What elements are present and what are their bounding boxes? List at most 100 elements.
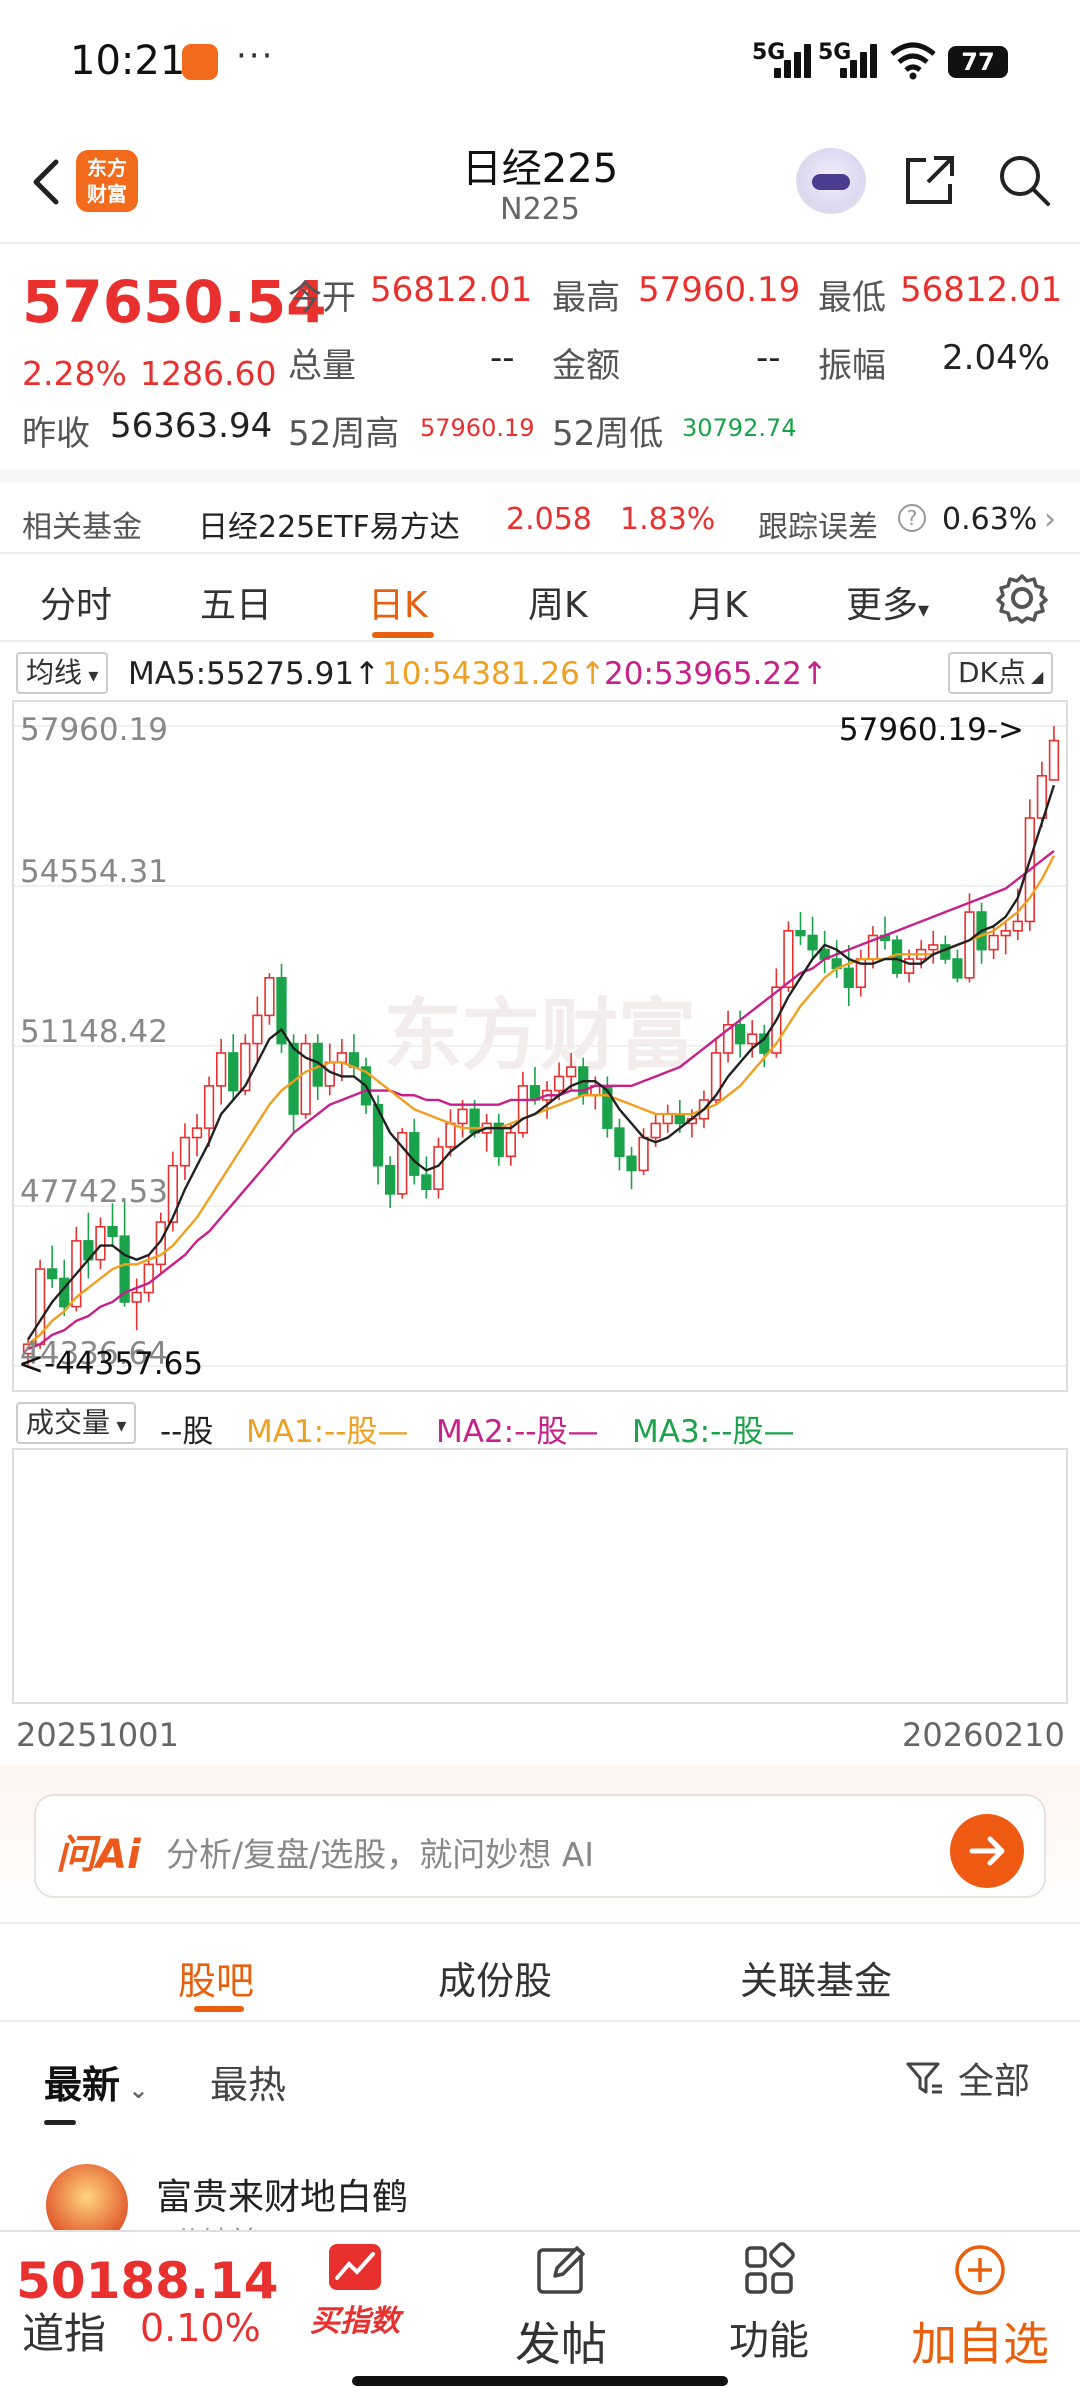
volume-unit: --股 (160, 1414, 214, 1450)
candle-body (1048, 739, 1060, 781)
tab-more-label: 更多 (846, 585, 919, 626)
sort-latest-label: 最新 (44, 2063, 121, 2107)
indicator-selector[interactable]: 均线 ▾ (16, 652, 109, 694)
tab-constituents[interactable]: 成份股 (438, 1950, 552, 2005)
avatar[interactable] (46, 2164, 128, 2230)
active-tab-indicator (372, 632, 434, 638)
tab-monthly-k[interactable]: 月K (688, 576, 748, 628)
min-price-label: <-44357.65 (18, 1346, 203, 1382)
max-price-label: 57960.19-> (839, 712, 1024, 748)
volume-selector[interactable]: 成交量 ▾ (16, 1402, 137, 1444)
volume-ma3: MA3:--股— (632, 1414, 795, 1450)
change-amount: 1286.60 (140, 354, 277, 393)
ai-ask-bar[interactable]: 问Ai 分析/复盘/选股，就问妙想 AI (34, 1794, 1046, 1898)
page-title: 日经225 (461, 146, 619, 192)
community-tabs: 股吧 成份股 关联基金 (0, 1922, 1080, 2022)
logo-line-1: 东方 (87, 156, 127, 180)
related-fund-name[interactable]: 日经225ETF易方达 (198, 502, 460, 546)
tab-related-funds[interactable]: 关联基金 (740, 1950, 892, 2005)
volume-ma1: MA1:--股— (246, 1414, 409, 1450)
ai-input-placeholder[interactable]: 分析/复盘/选股，就问妙想 AI (166, 1828, 594, 1876)
search-icon[interactable] (994, 150, 1054, 210)
tab-intraday[interactable]: 分时 (40, 576, 112, 628)
plus-circle-icon (955, 2245, 1005, 2295)
prev-close-value: 56363.94 (110, 406, 273, 446)
candle-body (988, 934, 999, 951)
post-time: 2分钟前 (156, 2220, 258, 2230)
caret-down-icon: ▾ (110, 1413, 127, 1437)
candle-body (264, 977, 275, 1017)
help-icon[interactable]: ? (898, 504, 926, 532)
page-subtitle: N225 (500, 192, 580, 227)
ma20-value: 20:53965.22↑ (604, 656, 828, 692)
ai-submit-button[interactable] (950, 1814, 1024, 1888)
dk-point-toggle[interactable]: DK点 ◢ (948, 652, 1054, 694)
volume-label: 总量 (288, 346, 356, 386)
filter-icon[interactable] (904, 2058, 944, 2098)
tab-five-day[interactable]: 五日 (200, 576, 272, 628)
tab-more[interactable]: 更多▾ (846, 576, 929, 628)
more-notifications-icon: ··· (236, 36, 275, 76)
post-author[interactable]: 富贵来财地白鹤 (156, 2168, 408, 2220)
sort-row: 最新 ⌄ 最热 全部 (0, 2024, 1080, 2134)
y-tick-label: 54554.31 (20, 854, 168, 890)
candlestick-svg: 东方财富57960.1954554.3151148.4247742.534433… (14, 712, 1066, 1382)
candlestick-chart[interactable]: 东方财富 57960.19 54554.31 51148.42 47742.53 4433… (12, 700, 1068, 1392)
add-watchlist-button[interactable]: 加自选 (900, 2242, 1060, 2374)
tab-daily-k[interactable]: 日K (368, 576, 428, 628)
candle-body (203, 1085, 215, 1129)
grid-icon (745, 2242, 795, 2294)
y-tick-label: 57960.19 (20, 712, 168, 748)
candle-body (143, 1263, 154, 1294)
tab-weekly-k[interactable]: 周K (528, 576, 588, 628)
post-item[interactable]: 富贵来财地白鹤 2分钟前 (0, 2140, 1080, 2230)
related-fund-row[interactable]: 相关基金 日经225ETF易方达 2.058 1.83% 跟踪误差 ? 0.63… (0, 470, 1080, 550)
functions-button[interactable]: 功能 (714, 2242, 824, 2366)
ai-assistant-icon[interactable] (796, 148, 866, 214)
chevron-right-icon[interactable]: › (1044, 502, 1056, 537)
indicator-selector-label: 均线 (26, 656, 83, 689)
chevron-left-icon[interactable] (26, 156, 66, 208)
volume-legend: 成交量 ▾ --股 MA1:--股— MA2:--股— MA3:--股— (0, 1398, 1080, 1450)
tracking-error-label: 跟踪误差 (758, 510, 878, 545)
amount-label: 金额 (552, 346, 620, 386)
candle-body (517, 1085, 529, 1134)
ma20-line (27, 850, 1055, 1351)
candle-body (735, 1023, 746, 1045)
candle-body (95, 1225, 106, 1261)
amplitude-value: 2.04% (942, 338, 1051, 378)
app-notification-icon (182, 44, 218, 80)
gear-icon[interactable] (996, 572, 1048, 624)
sort-hot[interactable]: 最热 (210, 2054, 286, 2109)
caret-down-icon: ▾ (82, 663, 99, 687)
buy-index-button[interactable]: 买指数 (300, 2242, 410, 2340)
candle-body (674, 1113, 685, 1125)
filter-all[interactable]: 全部 (958, 2052, 1030, 2104)
high-value: 57960.19 (638, 270, 801, 310)
app-logo[interactable]: 东方 财富 (76, 150, 138, 212)
candle-body (795, 930, 806, 937)
post-button[interactable]: 发帖 (506, 2242, 616, 2374)
sort-latest[interactable]: 最新 ⌄ (44, 2054, 148, 2109)
tab-guba[interactable]: 股吧 (178, 1950, 254, 2005)
share-icon[interactable] (900, 150, 960, 210)
candle-body (928, 944, 939, 951)
dow-index-pct: 0.10% (140, 2306, 261, 2350)
related-fund-pct: 1.83% (620, 502, 716, 537)
low-value: 56812.01 (900, 270, 1063, 310)
candle-body (228, 1052, 239, 1092)
trend-chart-icon (329, 2244, 381, 2290)
wk52-high-label: 52周高 (288, 414, 400, 454)
candle-body (252, 1014, 263, 1045)
candle-body (1012, 920, 1023, 932)
candle-body (662, 1113, 673, 1125)
volume-panel[interactable] (12, 1448, 1068, 1704)
candle-body (505, 1132, 516, 1158)
candle-body (336, 1052, 347, 1064)
signal-icon-2 (836, 42, 886, 78)
high-label: 最高 (552, 278, 620, 318)
clock: 10:21 (70, 38, 186, 84)
add-watchlist-label: 加自选 (911, 2317, 1049, 2371)
ai-brand-logo: 问Ai (56, 1832, 141, 1878)
candle-body (614, 1127, 625, 1158)
